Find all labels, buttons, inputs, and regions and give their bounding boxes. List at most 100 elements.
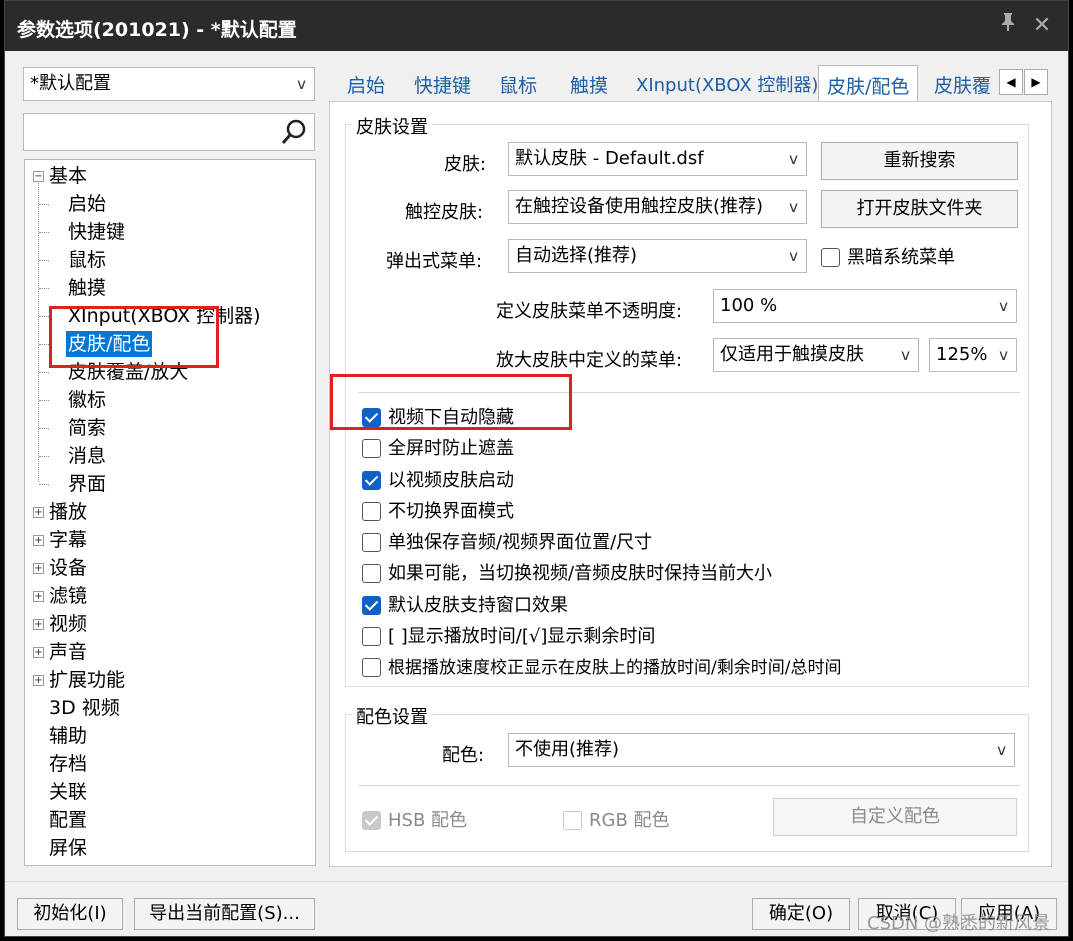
tree-item-audio[interactable]: 声音 [49,639,87,665]
skin-settings-title: 皮肤设置 [352,113,432,139]
expand-icon[interactable]: + [33,591,44,602]
tree-item-basic[interactable]: 基本 [49,163,87,189]
open-skin-folder-button[interactable]: 打开皮肤文件夹 [821,190,1018,228]
chevron-down-icon: v [999,297,1008,315]
rgb-color-checkbox[interactable]: RGB 配色 [563,808,723,834]
opacity-select[interactable]: 100 % v [713,289,1017,323]
tree-item-devices[interactable]: 设备 [49,555,87,581]
collapse-icon[interactable]: − [33,171,44,182]
tree-item-index[interactable]: 简索 [68,415,106,441]
checkbox-box[interactable] [362,658,381,677]
chevron-down-icon: v [997,741,1006,759]
ok-button[interactable]: 确定(O) [752,898,850,930]
initialize-button[interactable]: 初始化(I) [17,898,123,930]
checkbox-label: 默认皮肤支持窗口效果 [388,595,568,616]
skin-select[interactable]: 默认皮肤 - Default.dsf v [508,142,807,176]
tree-item-message[interactable]: 消息 [68,443,106,469]
tab-shortcuts[interactable]: 快捷键 [414,71,471,98]
checkbox-box[interactable] [362,533,381,552]
tree-item-subtitles[interactable]: 字幕 [49,527,87,553]
tree-item-mouse[interactable]: 鼠标 [68,247,106,273]
checkbox-box[interactable] [362,564,381,583]
profile-select[interactable]: *默认配置 v [23,67,315,101]
watermark: CSDN @熟悉的新风景 [867,913,1051,934]
tab-scroll-left-icon[interactable]: ◀ [999,69,1023,95]
keep-size-checkbox[interactable]: 如果可能，当切换视频/音频皮肤时保持当前大小 [362,561,1002,587]
expand-icon[interactable]: + [33,563,44,574]
tree-item-interface[interactable]: 界面 [68,471,106,497]
checkbox-box[interactable] [821,248,840,267]
tree-item-shortcuts[interactable]: 快捷键 [68,219,125,245]
save-position-checkbox[interactable]: 单独保存音频/视频界面位置/尺寸 [362,530,962,556]
tree-item-assist[interactable]: 辅助 [49,723,87,749]
checkbox-box[interactable] [362,627,381,646]
close-icon[interactable]: ✕ [1027,11,1057,41]
color-select-value: 不使用(推荐) [515,739,620,760]
tab-start[interactable]: 启始 [347,71,385,98]
color-settings-title: 配色设置 [352,703,432,729]
expand-icon[interactable]: + [33,535,44,546]
prevent-cover-checkbox[interactable]: 全屏时防止遮盖 [362,436,962,462]
settings-panel: 皮肤设置 皮肤: 默认皮肤 - Default.dsf v 重新搜索 触控皮肤:… [329,101,1052,867]
custom-color-button[interactable]: 自定义配色 [773,798,1017,836]
start-video-skin-checkbox[interactable]: 以视频皮肤启动 [362,468,962,494]
checkbox-label: 根据播放速度校正显示在皮肤上的播放时间/剩余时间/总时间 [388,658,842,678]
checkbox-label: 如果可能，当切换视频/音频皮肤时保持当前大小 [388,563,773,584]
category-tree: − 基本 启始 快捷键 鼠标 触摸 XInput(XBOX 控制器) 皮肤/配色… [24,159,316,866]
zoom-percent-select[interactable]: 125% v [929,338,1017,372]
tree-item-video[interactable]: 视频 [49,611,87,637]
checkbox-box[interactable] [362,471,381,490]
tree-item-screensaver[interactable]: 屏保 [49,835,87,861]
zoom-percent-value: 125% [936,344,988,365]
expand-icon[interactable]: + [33,675,44,686]
research-button[interactable]: 重新搜索 [821,142,1018,180]
hsb-color-checkbox[interactable]: HSB 配色 [362,808,522,834]
pin-icon[interactable] [993,11,1023,41]
popup-menu-select-value: 自动选择(推荐) [515,245,638,266]
tree-item-start[interactable]: 启始 [68,191,106,217]
checkbox-box[interactable] [362,502,381,521]
tree-item-playback[interactable]: 播放 [49,499,87,525]
zoom-menu-label: 放大皮肤中定义的菜单: [496,350,683,371]
tab-skin-color[interactable]: 皮肤/配色 [818,65,919,103]
tab-touch[interactable]: 触摸 [570,71,608,98]
tab-mouse[interactable]: 鼠标 [499,71,537,98]
window-effect-checkbox[interactable]: 默认皮肤支持窗口效果 [362,593,962,619]
search-input[interactable] [23,113,315,151]
window-title: 参数选项(201021) - *默认配置 [17,19,297,41]
tree-item-3d-video[interactable]: 3D 视频 [49,695,120,721]
tab-scroll-right-icon[interactable]: ▶ [1024,69,1048,95]
checkbox-box[interactable] [362,439,381,458]
search-icon[interactable] [280,118,308,151]
tab-xinput[interactable]: XInput(XBOX 控制器) [636,71,818,97]
show-time-checkbox[interactable]: [ ]显示播放时间/[√]显示剩余时间 [362,624,962,650]
tree-item-config[interactable]: 配置 [49,807,87,833]
dark-menu-checkbox[interactable]: 黑暗系统菜单 [821,245,1001,271]
skin-select-value: 默认皮肤 - Default.dsf [515,148,704,169]
expand-icon[interactable]: + [33,647,44,658]
checkbox-box[interactable] [563,811,582,830]
correct-time-checkbox[interactable]: 根据播放速度校正显示在皮肤上的播放时间/剩余时间/总时间 [362,655,1022,681]
zoom-menu-select[interactable]: 仅适用于触摸皮肤 v [713,338,919,372]
checkbox-box[interactable] [362,596,381,615]
tree-item-touch[interactable]: 触摸 [68,275,106,301]
tree-item-extensions[interactable]: 扩展功能 [49,667,125,693]
checkbox-label: 以视频皮肤启动 [388,470,514,491]
color-select[interactable]: 不使用(推荐) v [508,733,1015,767]
expand-icon[interactable]: + [33,619,44,630]
checkbox-box[interactable] [362,811,381,830]
checkbox-label: 全屏时防止遮盖 [388,438,514,459]
no-switch-mode-checkbox[interactable]: 不切换界面模式 [362,499,962,525]
touch-skin-label: 触控皮肤: [405,202,484,223]
touch-skin-select[interactable]: 在触控设备使用触控皮肤(推荐) v [508,190,807,224]
tree-item-archive[interactable]: 存档 [49,751,87,777]
expand-icon[interactable]: + [33,507,44,518]
profile-select-value: *默认配置 [30,73,111,94]
tree-item-filters[interactable]: 滤镜 [49,583,87,609]
popup-menu-select[interactable]: 自动选择(推荐) v [508,239,807,273]
tree-item-association[interactable]: 关联 [49,779,87,805]
chevron-down-icon: v [901,346,910,364]
tree-item-logo[interactable]: 徽标 [68,387,106,413]
export-config-button[interactable]: 导出当前配置(S)... [134,898,315,930]
tab-skin-overlay[interactable]: 皮肤覆 [934,71,994,98]
